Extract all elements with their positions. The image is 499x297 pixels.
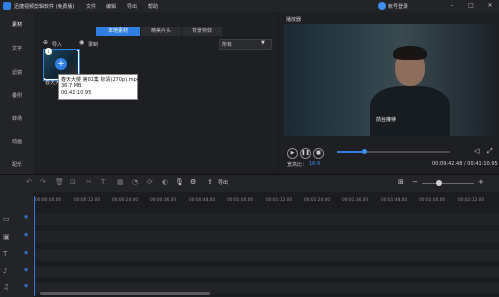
login-button[interactable]: 帐号登录 xyxy=(388,3,408,10)
ruler-tick: 00:01:00.00 xyxy=(227,198,254,203)
eye-icon[interactable]: ◉ xyxy=(24,214,28,220)
video-track-icon: ▭ xyxy=(3,215,10,223)
ruler-tick: 00:00:12.00 xyxy=(74,198,101,203)
aspect-ratio-label: 宽高比： xyxy=(287,162,308,168)
color-icon[interactable]: ◐ xyxy=(162,178,168,186)
horizontal-scrollbar[interactable] xyxy=(40,292,210,295)
close-icon[interactable]: ✕ xyxy=(485,2,495,10)
add-to-timeline-icon[interactable]: + xyxy=(55,58,67,70)
filter-value: 所有 xyxy=(222,42,233,48)
settings-icon[interactable]: ⚙ xyxy=(190,178,196,186)
video-track[interactable] xyxy=(35,213,499,225)
microphone-icon[interactable]: 🎙 xyxy=(175,178,184,186)
progress-handle[interactable] xyxy=(361,149,367,154)
music-track[interactable] xyxy=(35,266,499,278)
volume-icon[interactable]: ◁ xyxy=(474,147,479,155)
stop-icon[interactable]: ■ xyxy=(313,148,324,159)
ruler-tick: 00:01:48.00 xyxy=(381,198,408,203)
text-track-icon: T xyxy=(3,250,8,258)
tab-intros[interactable]: 精美片头 xyxy=(141,27,181,36)
minimize-icon[interactable]: – xyxy=(447,2,457,10)
export-icon[interactable]: ⇪ xyxy=(207,178,213,186)
menu-edit[interactable]: 编辑 xyxy=(106,3,116,10)
sidebar-item-overlay[interactable]: 叠附 xyxy=(0,92,34,99)
zoom-in-icon[interactable]: + xyxy=(478,178,484,186)
ruler-tick: 00:00:36.00 xyxy=(150,198,177,203)
video-subject-hair xyxy=(393,46,427,60)
pause-icon[interactable]: ❚❚ xyxy=(300,148,311,159)
tooltip-duration: 00:41:10.95 xyxy=(61,90,92,96)
video-subtitle: 前台接待 xyxy=(376,117,397,123)
aspect-ratio-value[interactable]: 16:9 xyxy=(309,161,320,167)
undo-icon[interactable]: ↶ xyxy=(26,178,32,186)
sidebar-item-media[interactable]: 素材 xyxy=(0,21,34,28)
progress-fill xyxy=(337,151,364,153)
sidebar-item-music[interactable]: 配乐 xyxy=(0,161,34,168)
sidebar-item-transition[interactable]: 转场 xyxy=(0,115,34,122)
mosaic-icon[interactable]: ▦ xyxy=(117,178,124,186)
playhead[interactable] xyxy=(34,196,35,296)
overlay-track[interactable] xyxy=(35,231,499,243)
menu-export[interactable]: 导出 xyxy=(127,3,137,10)
video-subject-body xyxy=(370,86,450,136)
zoom-slider[interactable] xyxy=(422,183,474,184)
eye-icon[interactable]: ◉ xyxy=(24,250,28,256)
app-title: 迅捷视频剪辑软件 (免费版) xyxy=(14,4,75,10)
eye-icon[interactable]: ◉ xyxy=(24,283,28,289)
ruler-tick: 00:00:48.00 xyxy=(189,198,216,203)
fit-icon[interactable]: ⊞ xyxy=(398,178,404,186)
ruler-tick: 00:01:36.00 xyxy=(342,198,369,203)
overlay-track-icon: ▣ xyxy=(3,233,10,241)
sidebar-item-filters[interactable]: 滤镜 xyxy=(0,69,34,76)
fullscreen-icon[interactable]: ⤢ xyxy=(487,147,493,156)
ruler-tick: 00:01:24.00 xyxy=(304,198,331,203)
tooltip-size: 36.7 MB xyxy=(61,83,82,89)
eye-icon[interactable]: ◉ xyxy=(24,232,28,238)
preview-title: 播放器 xyxy=(286,17,302,23)
text-track[interactable] xyxy=(35,249,499,261)
menu-help[interactable]: 帮助 xyxy=(148,3,158,10)
badge-icon: i xyxy=(45,48,52,55)
speed-icon[interactable]: ◔ xyxy=(132,178,138,186)
split-icon[interactable]: ✂ xyxy=(86,178,92,186)
play-icon[interactable]: ▶ xyxy=(287,148,298,159)
eye-icon[interactable]: ◉ xyxy=(24,267,28,273)
ruler-tick: 00:01:12.00 xyxy=(266,198,293,203)
import-icon[interactable]: ⊕ xyxy=(43,39,48,46)
record-button[interactable]: 录制 xyxy=(88,41,98,48)
redo-icon[interactable]: ↷ xyxy=(40,178,46,186)
delete-icon[interactable]: 🗑 xyxy=(55,178,64,186)
ruler-tick: 00:00:24.00 xyxy=(112,198,139,203)
text-icon[interactable]: T xyxy=(101,178,105,186)
record-icon[interactable]: ◉ xyxy=(79,39,84,46)
sidebar-item-animation[interactable]: 动画 xyxy=(0,138,34,145)
tooltip-filename: 春天大楼 第01集 标清(270p).mp4 xyxy=(61,77,140,83)
time-readout: 00:09:42.48 / 00:41:10.95 xyxy=(432,161,498,167)
maximize-icon[interactable]: □ xyxy=(466,2,476,10)
zoom-out-icon[interactable]: − xyxy=(412,178,418,186)
sidebar-item-text[interactable]: 文字 xyxy=(0,45,34,52)
export-button[interactable]: 导出 xyxy=(218,179,228,186)
tab-background-effects[interactable]: 背景特效 xyxy=(182,27,222,36)
voice-track-icon: ♫ xyxy=(3,283,10,291)
user-avatar-icon[interactable] xyxy=(378,2,386,10)
tab-local-media[interactable]: 本地素材 xyxy=(96,27,140,36)
app-logo-icon xyxy=(3,2,11,10)
track-header xyxy=(0,192,33,297)
menu-file[interactable]: 文件 xyxy=(86,3,96,10)
ruler-tick: 00:02:00.00 xyxy=(419,198,446,203)
chevron-down-icon[interactable]: ▼ xyxy=(261,40,265,46)
zoom-handle[interactable] xyxy=(436,180,442,186)
music-track-icon: ♪ xyxy=(3,267,8,275)
ruler-tick: 00:02:12.00 xyxy=(458,198,485,203)
crop-icon[interactable]: ⊡ xyxy=(70,178,76,186)
ruler-tick: 00:00:00.00 xyxy=(35,198,62,203)
rotate-icon[interactable]: ⟳ xyxy=(147,178,153,186)
import-button[interactable]: 导入 xyxy=(52,41,62,48)
